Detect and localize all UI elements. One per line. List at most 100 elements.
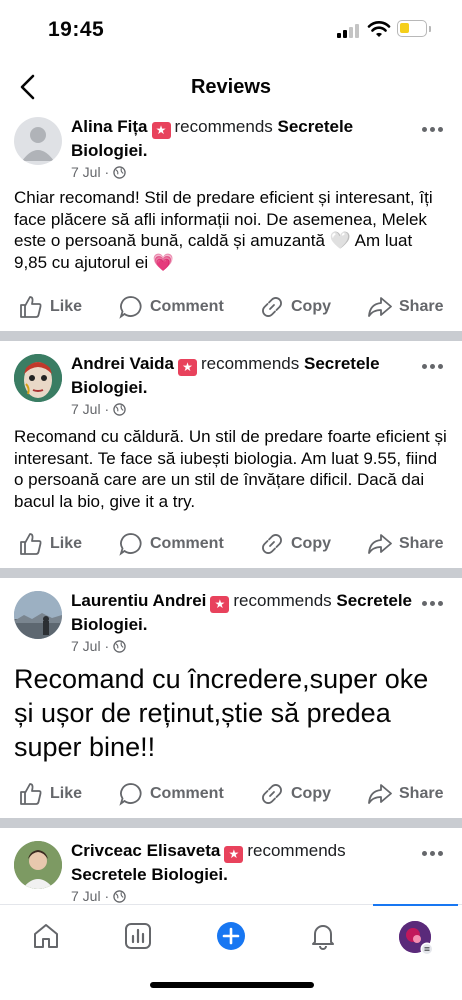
reviewer-name[interactable]: Alina Fița — [71, 117, 148, 136]
share-icon — [368, 784, 392, 804]
like-label: Like — [50, 535, 83, 552]
post-meta: 7 Jul · — [71, 638, 126, 654]
like-button[interactable]: Like — [18, 527, 82, 561]
comment-button[interactable]: Comment — [118, 290, 224, 324]
copy-button[interactable]: Copy — [259, 290, 331, 324]
comment-label: Comment — [150, 785, 224, 802]
review-text: Recomand cu căldură. Un stil de predare … — [14, 427, 447, 511]
post-meta: 7 Jul · — [71, 401, 126, 417]
share-icon — [368, 534, 392, 554]
post-actions: Like Comment Copy Share — [0, 527, 462, 561]
recommends-text: recommends — [200, 354, 300, 373]
comment-icon — [119, 783, 142, 806]
wifi-icon — [367, 21, 391, 37]
like-label: Like — [50, 785, 83, 802]
home-indicator — [150, 982, 314, 988]
comment-label: Comment — [150, 298, 224, 315]
comment-icon — [119, 533, 142, 556]
notifications-icon[interactable] — [308, 921, 338, 951]
globe-icon — [113, 166, 126, 179]
globe-icon — [113, 403, 126, 416]
star-badge-icon: ★ — [151, 122, 171, 139]
star-badge-icon: ★ — [177, 359, 197, 376]
review-text: Recomand cu încredere,super oke și ușor … — [14, 664, 429, 762]
copy-label: Copy — [291, 298, 331, 315]
more-options-icon[interactable] — [422, 127, 444, 133]
post-header: Alina Fița ★ recommends Secretele Biologie… — [71, 115, 414, 163]
share-button[interactable]: Share — [367, 290, 443, 324]
share-button[interactable]: Share — [367, 777, 443, 811]
post-header: Laurentiu Andrei ★ recommends Secretele Bi… — [71, 589, 414, 637]
comment-icon — [119, 296, 142, 319]
comment-label: Comment — [150, 535, 224, 552]
post-date: 7 Jul — [71, 164, 101, 180]
comment-button[interactable]: Comment — [118, 777, 224, 811]
link-icon — [262, 534, 282, 554]
share-label: Share — [399, 785, 444, 802]
reviewer-name[interactable]: Andrei Vaida — [71, 354, 174, 373]
post-date: 7 Jul — [71, 888, 101, 904]
copy-button[interactable]: Copy — [259, 527, 331, 561]
page-title: Reviews — [190, 76, 272, 98]
battery-cap — [429, 26, 431, 32]
menu-badge-icon — [420, 942, 434, 956]
post-header: Andrei Vaida ★ recommends Secretele Biolog… — [71, 352, 414, 400]
link-icon — [262, 784, 282, 804]
like-label: Like — [50, 298, 83, 315]
share-icon — [368, 297, 392, 317]
review-post: Alina Fița ★ recommends Secretele Biologie… — [0, 116, 462, 331]
review-text: Chiar recomand! Stil de predare eficient… — [14, 188, 433, 272]
more-options-icon[interactable] — [422, 601, 444, 607]
recommends-text: recommends — [174, 117, 273, 136]
review-post: Laurentiu Andrei ★ recommends Secretele Bi… — [0, 578, 462, 818]
like-icon — [20, 783, 42, 805]
post-separator — [0, 818, 462, 828]
copy-label: Copy — [291, 535, 331, 552]
post-meta: 7 Jul · — [71, 888, 126, 904]
post-date: 7 Jul — [71, 401, 101, 417]
copy-label: Copy — [291, 785, 331, 802]
link-icon — [262, 297, 282, 317]
cellular-signal-icon — [337, 22, 361, 38]
active-tab-indicator — [373, 904, 458, 906]
profile-icon[interactable] — [399, 921, 434, 956]
copy-button[interactable]: Copy — [259, 777, 331, 811]
page-link[interactable]: Secretele Biologiei. — [71, 865, 228, 884]
recommends-text: recommends — [247, 841, 346, 860]
star-badge-icon: ★ — [210, 596, 230, 613]
like-button[interactable]: Like — [18, 777, 82, 811]
status-bar: 19:45 — [0, 0, 462, 60]
post-header: Crivceac Elisaveta ★ recommends Secretele … — [71, 839, 414, 887]
globe-icon — [113, 640, 126, 653]
globe-icon — [113, 890, 126, 903]
avatar[interactable] — [14, 354, 62, 402]
avatar[interactable] — [14, 117, 62, 165]
avatar[interactable] — [14, 841, 62, 889]
avatar[interactable] — [14, 591, 62, 639]
more-options-icon[interactable] — [422, 851, 444, 857]
reviewer-name[interactable]: Laurentiu Andrei — [71, 591, 206, 610]
share-label: Share — [399, 535, 444, 552]
status-time: 19:45 — [48, 18, 105, 41]
like-button[interactable]: Like — [18, 290, 82, 324]
review-post: Andrei Vaida ★ recommends Secretele Biolog… — [0, 341, 462, 568]
nav-bar: Reviews — [0, 60, 462, 116]
post-actions: Like Comment Copy Share — [0, 290, 462, 324]
post-meta: 7 Jul · — [71, 164, 126, 180]
post-actions: Like Comment Copy Share — [0, 777, 462, 811]
share-label: Share — [399, 298, 444, 315]
like-icon — [20, 533, 42, 555]
post-separator — [0, 568, 462, 578]
home-icon[interactable] — [31, 921, 61, 951]
dashboard-icon[interactable] — [123, 921, 153, 951]
create-icon[interactable] — [216, 921, 246, 951]
post-separator — [0, 331, 462, 341]
more-options-icon[interactable] — [422, 364, 444, 370]
recommends-text: recommends — [233, 591, 332, 610]
review-post: Crivceac Elisaveta ★ recommends Secretele … — [0, 828, 462, 904]
reviewer-name[interactable]: Crivceac Elisaveta — [71, 841, 220, 860]
comment-button[interactable]: Comment — [118, 527, 224, 561]
post-date: 7 Jul — [71, 638, 101, 654]
like-icon — [20, 296, 42, 318]
share-button[interactable]: Share — [367, 527, 443, 561]
